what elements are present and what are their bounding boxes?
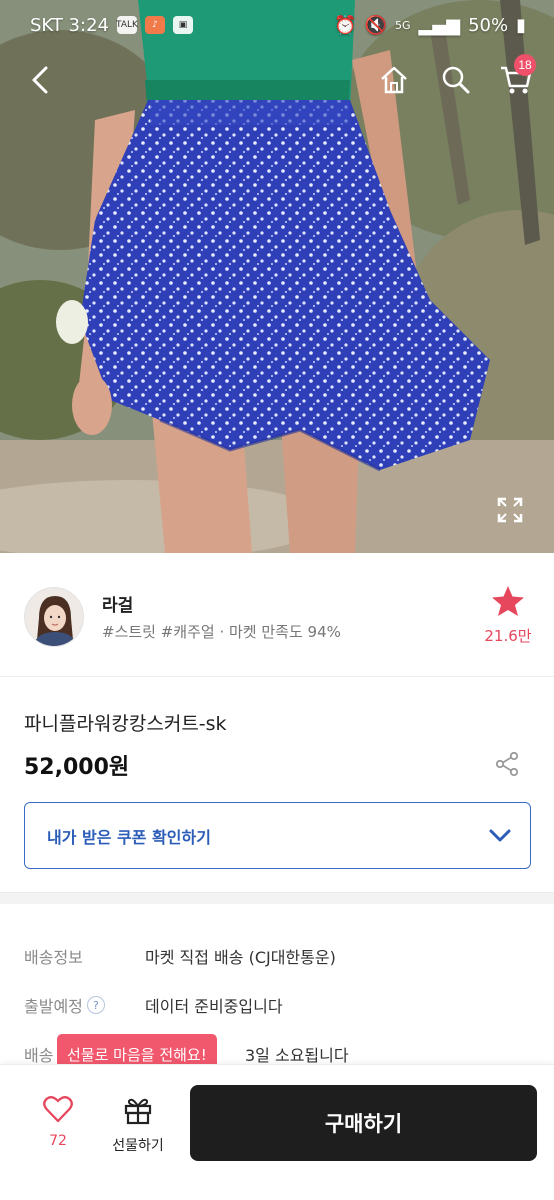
search-icon — [442, 66, 470, 94]
cart-count-badge: 18 — [514, 54, 536, 76]
share-icon — [495, 751, 519, 777]
product-photo[interactable]: SKT 3:24 TALK ♪ ▣ ⏰ 🔇 5G ▂▄▆ 50% ▮ 18 — [0, 0, 554, 553]
mute-icon: 🔇 — [364, 14, 388, 36]
info-value: 3일 소요됩니다 — [245, 1046, 349, 1065]
favorite-seller-button[interactable]: 21.6만 — [478, 585, 538, 646]
product-section: 파니플라워캉캉스커트-sk 52,000원 내가 받은 쿠폰 확인하기 — [0, 677, 554, 892]
gift-label: 선물하기 — [112, 1138, 164, 1154]
favorite-count: 21.6만 — [484, 627, 532, 645]
chevron-down-icon — [489, 829, 511, 841]
bottom-action-bar: 72 선물하기 구매하기 — [0, 1064, 554, 1200]
like-button[interactable]: 72 — [30, 1095, 86, 1149]
fullscreen-button[interactable] — [490, 490, 530, 530]
info-key: 출발예정 — [24, 997, 83, 1016]
kakaotalk-icon: TALK — [116, 16, 138, 34]
status-bar: SKT 3:24 TALK ♪ ▣ ⏰ 🔇 5G ▂▄▆ 50% ▮ — [0, 0, 554, 50]
seller-section[interactable]: 라걸 #스트릿 #캐주얼 · 마켓 만족도 94% 21.6만 — [0, 553, 554, 677]
home-icon — [381, 66, 407, 94]
status-left: SKT 3:24 TALK ♪ ▣ — [30, 15, 193, 36]
seller-tags: #스트릿 #캐주얼 · 마켓 만족도 94% — [102, 623, 341, 641]
status-time: SKT 3:24 — [30, 14, 109, 36]
help-icon[interactable]: ? — [86, 996, 105, 1014]
back-button[interactable] — [18, 56, 62, 104]
seller-avatar[interactable] — [24, 587, 84, 647]
info-row-shipping: 배송정보 마켓 직접 배송 (CJ대한통운) — [24, 941, 336, 971]
gift-icon — [124, 1098, 152, 1125]
gift-button[interactable]: 선물하기 — [102, 1095, 174, 1155]
share-button[interactable] — [490, 747, 524, 781]
coupon-label: 내가 받은 쿠폰 확인하기 — [47, 827, 211, 847]
top-navigation: 18 — [0, 54, 554, 104]
signal-icon: ▂▄▆ — [418, 14, 461, 36]
gallery-icon: ▣ — [172, 16, 193, 34]
coupon-check-button[interactable]: 내가 받은 쿠폰 확인하기 — [24, 802, 531, 869]
cart-button[interactable]: 18 — [494, 54, 538, 104]
expand-icon — [497, 497, 523, 523]
star-icon — [492, 586, 524, 616]
info-value: 데이터 준비중입니다 — [145, 997, 283, 1016]
tiktok-icon: ♪ — [144, 16, 165, 34]
status-right: ⏰ 🔇 5G ▂▄▆ 50% ▮ — [334, 15, 526, 36]
battery-label: 50% — [468, 14, 509, 36]
info-value: 마켓 직접 배송 (CJ대한통운) — [145, 948, 336, 967]
chevron-left-icon — [32, 66, 48, 94]
product-price: 52,000원 — [24, 755, 130, 780]
section-divider — [0, 892, 554, 904]
info-key: 배송정보 — [24, 948, 83, 967]
info-row-departure: 출발예정 ? 데이터 준비중입니다 — [24, 990, 283, 1020]
product-name: 파니플라워캉캉스커트-sk — [24, 713, 227, 735]
heart-icon — [43, 1096, 73, 1123]
network-label: 5G — [395, 18, 411, 32]
buy-button[interactable]: 구매하기 — [190, 1085, 537, 1161]
like-count: 72 — [49, 1133, 67, 1149]
home-button[interactable] — [372, 56, 416, 104]
search-button[interactable] — [434, 56, 478, 104]
seller-avatar-image — [25, 588, 83, 646]
info-key-departure: 출발예정 ? — [24, 993, 145, 1017]
seller-name: 라걸 — [102, 596, 134, 616]
alarm-icon: ⏰ — [334, 14, 357, 36]
battery-icon: ▮ — [516, 14, 526, 36]
